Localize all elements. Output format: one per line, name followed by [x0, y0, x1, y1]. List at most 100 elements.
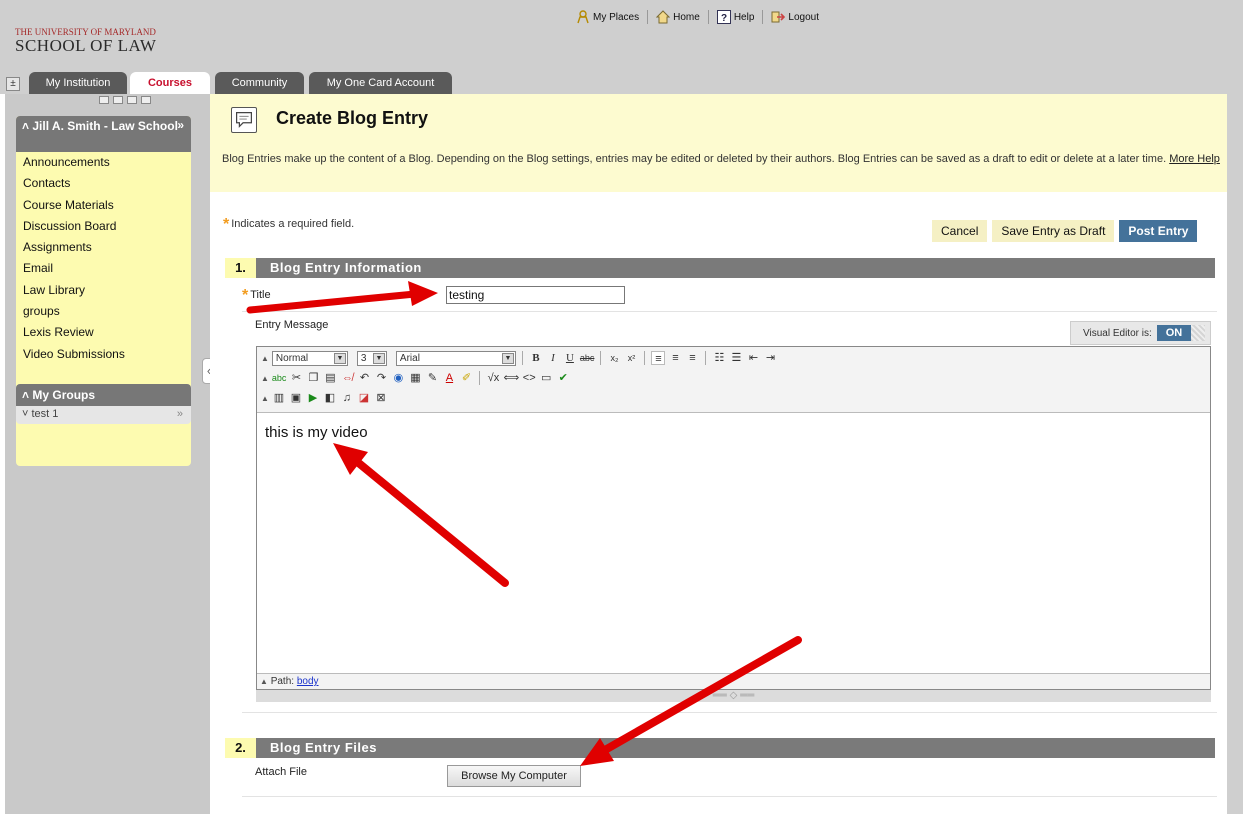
toolbar-divider: [705, 351, 707, 365]
group-label: test 1: [31, 408, 59, 420]
list-view-icon[interactable]: [99, 96, 109, 104]
cut-icon[interactable]: ✂: [289, 371, 303, 385]
sidebar-item-video-submissions[interactable]: Video Submissions: [16, 344, 191, 365]
outdent-icon[interactable]: ⇤: [746, 351, 760, 365]
paste-icon[interactable]: ▤: [323, 371, 337, 385]
sidebar-item-law-library[interactable]: Law Library: [16, 280, 191, 301]
collapse-toolbar-icon[interactable]: ▲: [261, 374, 269, 383]
superscript-icon[interactable]: x²: [624, 351, 638, 365]
attach-file-icon[interactable]: ▥: [272, 391, 286, 405]
browse-my-computer-button[interactable]: Browse My Computer: [447, 765, 581, 787]
section-number: 2.: [225, 738, 256, 758]
math-equation-icon[interactable]: √x: [486, 371, 500, 385]
insert-table-icon[interactable]: ▦: [408, 371, 422, 385]
post-entry-button[interactable]: Post Entry: [1119, 220, 1198, 242]
insert-image-icon[interactable]: ▣: [289, 391, 303, 405]
font-family-select[interactable]: Arial ▼: [395, 350, 516, 366]
html-code-icon[interactable]: <>: [522, 371, 536, 385]
unlink-icon[interactable]: ⇎: [340, 371, 354, 385]
logout-icon: [771, 11, 786, 23]
embed-icon[interactable]: ⟺: [503, 371, 519, 385]
course-menu-header[interactable]: ˄ Jill A. Smith - Law School »: [16, 116, 191, 152]
save-draft-button[interactable]: Save Entry as Draft: [992, 220, 1115, 242]
sidebar-item-lexis-review[interactable]: Lexis Review: [16, 322, 191, 343]
copy-icon[interactable]: ❐: [306, 371, 320, 385]
editor-resize-handle[interactable]: ══ ◇ ══: [256, 690, 1211, 702]
top-nav: My Places Home ? Help Logout: [576, 10, 819, 24]
subscript-icon[interactable]: x₂: [607, 351, 621, 365]
pencil-icon[interactable]: ✎: [425, 371, 439, 385]
font-size-select[interactable]: 3 ▼: [356, 350, 387, 366]
format-value: Normal: [275, 352, 309, 364]
svg-text:?: ?: [721, 13, 727, 24]
insert-link-icon[interactable]: ◉: [391, 371, 405, 385]
home-link[interactable]: Home: [656, 10, 700, 24]
sidebar-item-groups[interactable]: groups: [16, 301, 191, 322]
pin-icon[interactable]: [141, 96, 151, 104]
underline-icon[interactable]: U: [563, 351, 577, 365]
title-input[interactable]: [446, 286, 625, 304]
insert-audio-icon[interactable]: ♫: [340, 391, 354, 405]
help-link[interactable]: ? Help: [716, 10, 754, 24]
path-body-link[interactable]: body: [297, 676, 319, 687]
tab-courses[interactable]: Courses: [130, 72, 210, 94]
fullscreen-icon[interactable]: ▭: [539, 371, 553, 385]
cancel-button[interactable]: Cancel: [932, 220, 988, 242]
my-groups-header[interactable]: ˄ My Groups: [16, 384, 191, 406]
tab-community[interactable]: Community: [215, 72, 304, 94]
sidebar-item-announcements[interactable]: Announcements: [16, 152, 191, 173]
collapse-toolbar-icon[interactable]: ▲: [261, 394, 269, 403]
my-places-link[interactable]: My Places: [576, 10, 639, 24]
strikethrough-icon[interactable]: abc: [580, 351, 595, 365]
places-icon: [577, 10, 589, 24]
undo-icon[interactable]: ↶: [357, 371, 371, 385]
my-places-label: My Places: [593, 11, 640, 23]
sidebar-item-course-materials[interactable]: Course Materials: [16, 195, 191, 216]
toolbar-divider: [479, 371, 481, 385]
collapse-toolbar-icon[interactable]: ▲: [261, 354, 269, 363]
sidebar-item-contacts[interactable]: Contacts: [16, 173, 191, 194]
indent-icon[interactable]: ⇥: [763, 351, 777, 365]
format-select[interactable]: Normal ▼: [271, 350, 348, 366]
tab-my-one-card-account[interactable]: My One Card Account: [309, 72, 452, 94]
tab-my-institution[interactable]: My Institution: [29, 72, 127, 94]
insert-media-icon[interactable]: ▶: [306, 391, 320, 405]
bullet-list-icon[interactable]: ☰: [729, 351, 743, 365]
highlight-icon[interactable]: ✐: [459, 371, 473, 385]
page-scrollbar[interactable]: [1227, 94, 1243, 814]
redo-icon[interactable]: ↷: [374, 371, 388, 385]
editor-content-area[interactable]: this is my video: [257, 413, 1210, 673]
group-item[interactable]: ˅ test 1 »: [16, 406, 191, 424]
more-help-link[interactable]: More Help: [1169, 153, 1220, 165]
spellcheck-check-icon[interactable]: ✔: [556, 371, 570, 385]
numbered-list-icon[interactable]: ☷: [712, 351, 726, 365]
folder-view-icon[interactable]: [113, 96, 123, 104]
spellcheck-icon[interactable]: abc: [272, 371, 287, 385]
italic-icon[interactable]: I: [546, 351, 560, 365]
visual-editor-on-state[interactable]: ON: [1157, 325, 1191, 341]
sidebar-item-discussion-board[interactable]: Discussion Board: [16, 216, 191, 237]
window-view-icon[interactable]: [127, 96, 137, 104]
toolbar-divider: [521, 351, 523, 365]
expand-arrow-icon[interactable]: »: [177, 118, 184, 132]
bold-icon[interactable]: B: [529, 351, 543, 365]
insert-flash-icon[interactable]: ◧: [323, 391, 337, 405]
school-logo[interactable]: THE UNIVERSITY of MARYLAND SCHOOL OF LAW: [15, 27, 156, 56]
blog-entry-icon: [231, 107, 257, 133]
align-center-icon[interactable]: ≡: [668, 351, 682, 365]
visual-editor-off-state[interactable]: [1191, 325, 1205, 341]
expand-arrow-icon[interactable]: »: [177, 408, 183, 420]
align-left-icon[interactable]: ≡: [651, 351, 666, 365]
insert-mashup-icon[interactable]: ⊠: [374, 391, 388, 405]
sidebar-item-email[interactable]: Email: [16, 258, 191, 279]
text-color-icon[interactable]: A: [442, 371, 456, 385]
align-right-icon[interactable]: ≡: [685, 351, 699, 365]
divider: [242, 796, 1217, 797]
sidebar-item-assignments[interactable]: Assignments: [16, 237, 191, 258]
page-description: Blog Entries make up the content of a Bl…: [222, 152, 1222, 166]
editor-toolbar: ▲ Normal ▼ 3 ▼ Arial ▼ B I U abc x₂ x² ≡ ≡ …: [257, 347, 1210, 413]
insert-pdf-icon[interactable]: ◪: [357, 391, 371, 405]
logout-link[interactable]: Logout: [771, 10, 819, 24]
collapse-toolbar-icon[interactable]: ▲: [260, 677, 268, 686]
visual-editor-toggle[interactable]: Visual Editor is: ON: [1070, 321, 1211, 345]
